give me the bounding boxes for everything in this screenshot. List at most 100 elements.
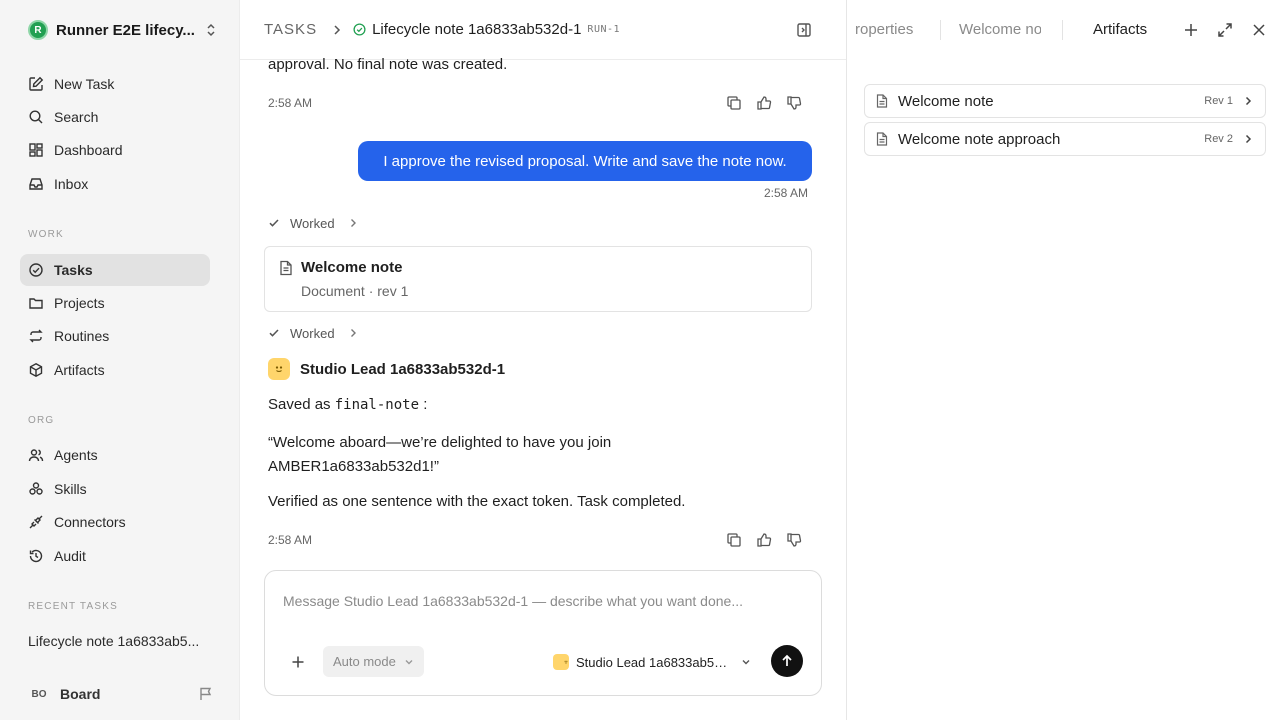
nav-label: Connectors	[54, 514, 126, 530]
task-header: TASKS Lifecycle note 1a6833ab532d-1 RUN-…	[240, 0, 846, 60]
panel-toggle-icon[interactable]	[796, 22, 812, 38]
nav-routines[interactable]: Routines	[20, 320, 210, 352]
box-icon	[29, 363, 43, 377]
nav-label: Routines	[54, 328, 110, 344]
sidebar: R Runner E2E lifecy... New Task Search D…	[0, 0, 240, 720]
worked-label: Worked	[290, 215, 335, 231]
message-timestamp: 2:58 AM	[268, 533, 313, 547]
check-icon	[269, 219, 279, 227]
tab-welcome-note[interactable]: Welcome no	[959, 21, 1041, 38]
nav-label: Search	[54, 109, 99, 125]
thumbs-up-icon[interactable]	[756, 532, 772, 548]
board-switcher[interactable]: BO Board	[28, 683, 214, 705]
verified-text: Verified as one sentence with the exact …	[268, 493, 686, 510]
history-icon	[29, 549, 43, 563]
worked-toggle[interactable]: Worked	[268, 324, 359, 342]
agent-select[interactable]: Studio Lead 1a6833ab53...	[553, 651, 753, 673]
document-icon	[876, 94, 888, 108]
tab-divider	[1062, 20, 1063, 40]
artifact-item[interactable]: Welcome note Rev 1	[864, 84, 1266, 118]
chevron-right-icon	[350, 219, 356, 227]
chevron-right-icon	[1245, 96, 1252, 106]
nav-projects[interactable]: Projects	[20, 287, 210, 319]
agent-header: Studio Lead 1a6833ab532d-1	[268, 358, 505, 380]
nav-label: Artifacts	[54, 362, 105, 378]
artifact-name: Welcome note approach	[898, 130, 1061, 148]
board-label: Board	[60, 686, 101, 702]
message-composer: Message Studio Lead 1a6833ab532d-1 — des…	[264, 570, 822, 696]
message-input[interactable]: Message Studio Lead 1a6833ab532d-1 — des…	[283, 593, 743, 609]
chevron-down-icon	[405, 659, 413, 664]
saved-code: final-note	[334, 397, 420, 413]
worked-toggle[interactable]: Worked	[268, 214, 359, 232]
workspace-switcher[interactable]: R Runner E2E lifecy...	[28, 19, 218, 41]
copy-icon[interactable]	[726, 532, 742, 548]
thumbs-down-icon[interactable]	[786, 532, 802, 548]
board-avatar: BO	[31, 688, 47, 700]
task-title: Lifecycle note 1a6833ab532d-1	[372, 21, 582, 38]
flag-icon[interactable]	[198, 686, 214, 702]
artifact-item[interactable]: Welcome note approach Rev 2	[864, 122, 1266, 156]
side-panel: roperties Welcome no Artifacts Welcome n…	[846, 0, 1280, 720]
quote-line-2: AMBER1a6833ab532d1!”	[268, 458, 439, 475]
message-actions	[726, 95, 806, 111]
agent-select-label: Studio Lead 1a6833ab53...	[576, 654, 731, 670]
arrow-up-icon	[782, 654, 792, 666]
nav-audit[interactable]: Audit	[20, 540, 210, 572]
plus-icon[interactable]	[1183, 22, 1199, 38]
smiley-icon	[564, 660, 568, 664]
expand-icon[interactable]	[1217, 22, 1233, 38]
send-button[interactable]	[771, 645, 803, 677]
chevron-down-icon	[742, 660, 750, 665]
mode-label: Auto mode	[333, 654, 396, 669]
artifact-name: Welcome note	[898, 92, 994, 110]
user-message-bubble: I approve the revised proposal. Write an…	[358, 141, 812, 181]
chevron-right-icon	[1245, 134, 1252, 144]
nav-dashboard[interactable]: Dashboard	[20, 134, 210, 166]
nav-label: Agents	[54, 447, 98, 463]
nav-new-task[interactable]: New Task	[20, 68, 210, 100]
repeat-icon	[29, 329, 43, 343]
nav-label: Audit	[54, 548, 86, 564]
plus-icon[interactable]	[291, 655, 305, 669]
nav-label: Dashboard	[54, 142, 123, 158]
tab-artifacts[interactable]: Artifacts	[1093, 21, 1147, 38]
document-card[interactable]: Welcome note Document · rev 1	[264, 246, 812, 312]
agent-avatar	[553, 654, 569, 670]
tab-divider	[940, 20, 941, 40]
nav-connectors[interactable]: Connectors	[20, 506, 210, 538]
task-main: TASKS Lifecycle note 1a6833ab532d-1 RUN-…	[240, 0, 846, 720]
recent-task-item[interactable]: Lifecycle note 1a6833ab5...	[28, 633, 199, 649]
saved-prefix: Saved as	[268, 396, 331, 413]
nav-label: Inbox	[54, 176, 89, 192]
breadcrumb-tasks[interactable]: TASKS	[264, 21, 317, 38]
mode-select[interactable]: Auto mode	[323, 646, 424, 677]
agent-avatar	[268, 358, 290, 380]
nav-inbox[interactable]: Inbox	[20, 168, 210, 200]
message-timestamp: 2:58 AM	[268, 96, 313, 110]
previous-agent-text: approval. No final note was created.	[268, 56, 508, 73]
copy-icon[interactable]	[726, 95, 742, 111]
thumbs-down-icon[interactable]	[786, 95, 802, 111]
nav-label: New Task	[54, 76, 115, 92]
section-recent-tasks: RECENT TASKS	[28, 601, 118, 612]
nav-label: Projects	[54, 295, 105, 311]
smiley-icon	[275, 366, 283, 373]
agent-name: Studio Lead 1a6833ab532d-1	[300, 360, 506, 378]
check-circle-icon	[29, 263, 43, 277]
nav-skills[interactable]: Skills	[20, 473, 210, 505]
artifact-rev: Rev 1	[1204, 95, 1233, 107]
user-message-timestamp: 2:58 AM	[764, 186, 809, 200]
nav-agents[interactable]: Agents	[20, 439, 210, 471]
section-org: ORG	[28, 415, 55, 426]
check-icon	[269, 329, 279, 337]
close-icon[interactable]	[1251, 22, 1267, 38]
thumbs-up-icon[interactable]	[756, 95, 772, 111]
nav-tasks[interactable]: Tasks	[20, 254, 210, 286]
status-check-icon	[353, 23, 366, 36]
nav-search[interactable]: Search	[20, 101, 210, 133]
dashboard-icon	[29, 143, 43, 157]
inbox-icon	[29, 178, 43, 190]
tab-properties[interactable]: roperties	[855, 21, 925, 38]
nav-artifacts[interactable]: Artifacts	[20, 354, 210, 386]
